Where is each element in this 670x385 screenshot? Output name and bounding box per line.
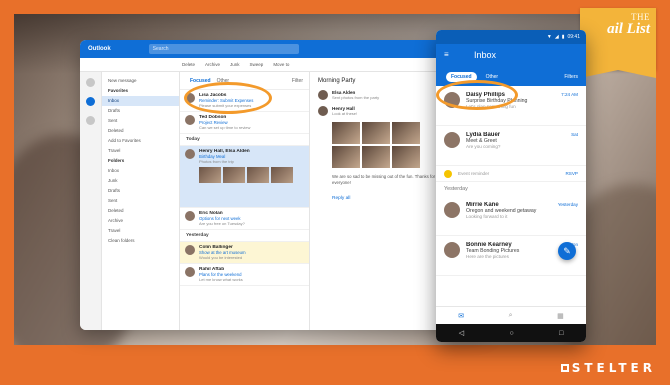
preview: Let me know what works	[199, 277, 243, 282]
section-header: Yesterday	[444, 186, 468, 192]
preview: Here are the pictures	[466, 254, 509, 259]
folder-item[interactable]: Inbox	[108, 166, 173, 176]
highlight-circle-mobile	[436, 80, 518, 110]
folder-item[interactable]: Drafts	[108, 186, 173, 196]
avatar	[444, 242, 460, 258]
tag-line2: ail List	[607, 21, 650, 37]
timestamp: 7:24 AM	[561, 92, 578, 97]
back-icon[interactable]: ◁	[459, 329, 464, 337]
folder-item[interactable]: Folders	[108, 156, 173, 166]
avatar	[185, 149, 195, 159]
timestamp: Yesterday	[557, 202, 578, 207]
mobile-appbar: ≡ Inbox Focused Other Filters	[436, 44, 586, 86]
group-header-yesterday: Yesterday	[180, 230, 309, 242]
highlight-circle-desktop	[184, 82, 272, 114]
folder-item[interactable]: Clean folders	[108, 236, 173, 246]
tab-focused[interactable]: Focused	[190, 78, 211, 84]
delete-button[interactable]: Delete	[182, 62, 195, 67]
search-tab-icon[interactable]: ⌕	[509, 312, 513, 320]
list-item[interactable]: Henry Hall, Elsa Alden Birthday Meal Pho…	[180, 146, 309, 208]
avatar	[185, 267, 195, 277]
preview: Would you be interested	[199, 255, 243, 260]
folder-item[interactable]: Junk	[108, 176, 173, 186]
compose-icon[interactable]: ✎	[558, 242, 576, 260]
list-item[interactable]: Rahil Aftab Plans for the weekend Let me k…	[180, 264, 309, 286]
list-item[interactable]: Colin Ballinger Show at the art museum Wou…	[180, 242, 309, 264]
avatar	[185, 211, 195, 221]
mail-icon[interactable]	[86, 97, 95, 106]
archive-button[interactable]: Archive	[205, 62, 220, 67]
app-rail	[80, 72, 102, 330]
list-item[interactable]: Mirrie Kane Oregon and weekend getaway Loo…	[436, 196, 586, 236]
rsvp-button[interactable]: RSVP	[565, 171, 578, 176]
avatar	[185, 245, 195, 255]
mail-tab-icon[interactable]: ✉	[458, 312, 464, 320]
preview: Are you coming?	[466, 144, 501, 149]
junk-button[interactable]: Junk	[230, 62, 240, 67]
brand-square-icon	[560, 364, 569, 372]
folder-item[interactable]: Travel	[108, 226, 173, 236]
search-input[interactable]: Search	[148, 44, 299, 54]
folder-item[interactable]: Travel	[108, 146, 173, 156]
preview: Look at these!	[332, 111, 358, 116]
clock: 09:41	[567, 34, 580, 40]
desktop-outlook-window: Outlook Search Delete Archive Junk Sweep…	[80, 40, 485, 330]
home-icon[interactable]: ○	[509, 330, 513, 337]
mobile-filter-button[interactable]: Filters	[564, 74, 578, 80]
hamburger-menu-icon[interactable]: ≡	[444, 50, 449, 59]
folder-item[interactable]: New message	[108, 76, 173, 86]
folder-item[interactable]: Add to Favorites	[108, 136, 173, 146]
mobile-title: Inbox	[474, 50, 497, 60]
folder-pane: New message Favorites Inbox Drafts Sent Delet…	[102, 72, 180, 330]
folder-item[interactable]: Drafts	[108, 106, 173, 116]
folder-item[interactable]: Deleted	[108, 126, 173, 136]
group-header-today: Today	[180, 134, 309, 146]
move-to-button[interactable]: Move to	[273, 62, 289, 67]
mobile-bottom-bar: ✉ ⌕ ▦	[436, 306, 586, 324]
recents-icon[interactable]: □	[559, 330, 563, 337]
mobile-outlook-app: ▼ ◢ ▮ 09:41 ≡ Inbox Focused Other Filter…	[436, 30, 586, 342]
calendar-card[interactable]: Event reminder RSVP	[436, 166, 586, 182]
folder-item[interactable]: Deleted	[108, 206, 173, 216]
people-icon[interactable]	[86, 116, 95, 125]
folder-item[interactable]: Inbox	[102, 96, 179, 106]
filter-button[interactable]: Filter	[292, 78, 303, 84]
status-bar: ▼ ◢ ▮ 09:41	[436, 30, 586, 44]
desktop-toolbar: Delete Archive Junk Sweep Move to	[80, 58, 485, 72]
list-item[interactable]: Eric Nolan Options for next week Are you f…	[180, 208, 309, 230]
preview: Are you free on Tuesday?	[199, 221, 245, 226]
avatar	[444, 132, 460, 148]
folder-item[interactable]: Archive	[108, 216, 173, 226]
preview: Can we set up time to review	[199, 125, 251, 130]
avatar	[318, 90, 328, 100]
sweep-button[interactable]: Sweep	[250, 62, 264, 67]
folder-item[interactable]: Sent	[108, 196, 173, 206]
calendar-tab-icon[interactable]: ▦	[557, 312, 564, 320]
brand-name: STELTER	[571, 361, 656, 375]
mail-list-tag: THE ail List	[580, 8, 656, 78]
timestamp: Sat	[571, 132, 578, 137]
battery-icon: ▮	[561, 34, 565, 40]
preview: Photos from the trip	[199, 159, 234, 164]
folder-item[interactable]: Favorites	[108, 86, 173, 96]
avatar	[185, 115, 195, 125]
calendar-text: Event reminder	[458, 171, 490, 176]
avatar	[444, 202, 460, 218]
photo-thumbnails	[199, 167, 304, 183]
list-item[interactable]: Ted Dobson Project Review Can we set up ti…	[180, 112, 309, 134]
desktop-titlebar: Outlook Search	[80, 40, 485, 58]
preview: Sent photos from the party	[332, 95, 380, 100]
signal-icon: ▼	[546, 34, 552, 40]
calendar-icon	[444, 169, 452, 178]
app-name: Outlook	[88, 46, 111, 52]
android-nav-bar: ◁ ○ □	[436, 324, 586, 342]
list-item[interactable]: Lydia Bauer Meet & Greet Are you coming? Sa…	[436, 126, 586, 166]
preview: Looking forward to it	[466, 214, 508, 219]
brand-logo: STELTER	[560, 361, 656, 375]
menu-icon[interactable]	[86, 78, 95, 87]
folder-item[interactable]: Sent	[108, 116, 173, 126]
frame: THE ail List Outlook Search Delete Archi…	[0, 0, 670, 385]
network-icon: ◢	[554, 34, 559, 40]
avatar	[318, 106, 328, 116]
